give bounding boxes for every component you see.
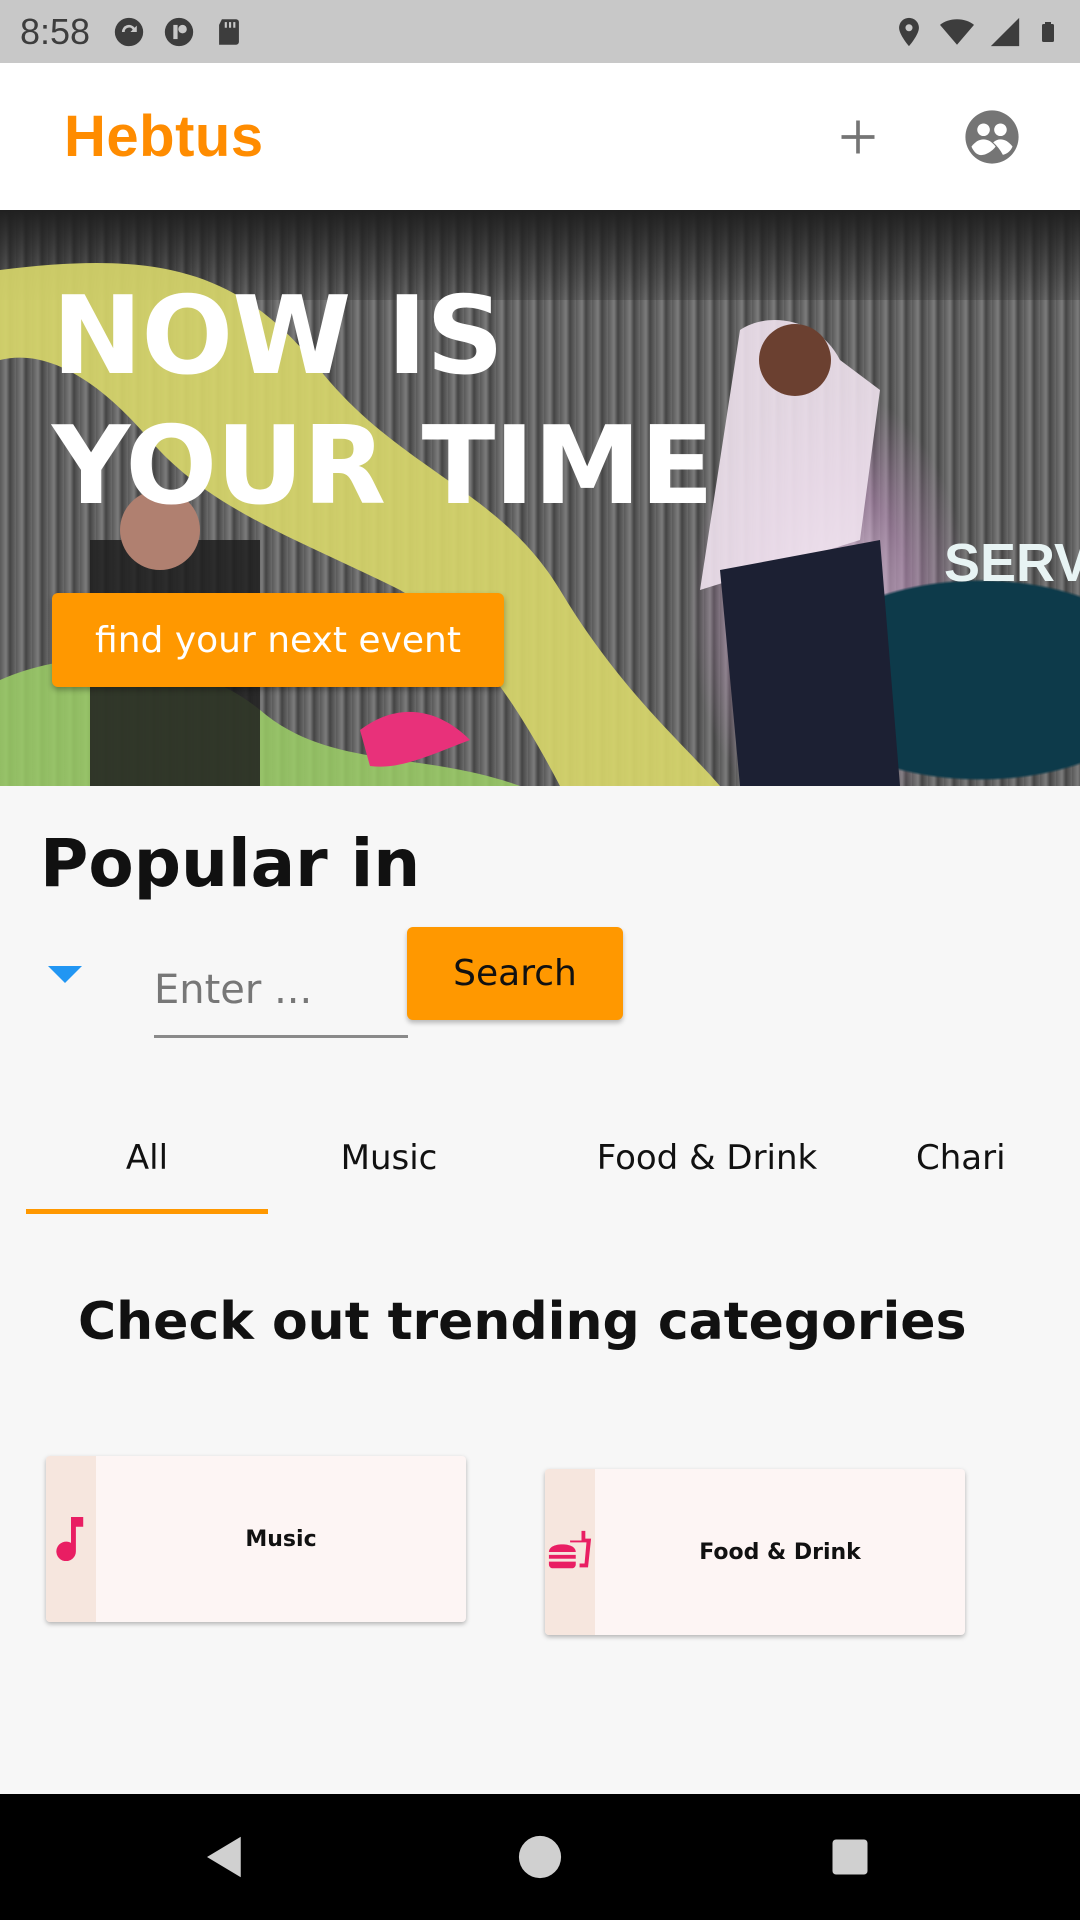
home-icon [518,1835,562,1879]
location-dropdown-arrow[interactable] [48,966,82,983]
sd-card-icon [219,18,239,45]
tab-selected-indicator [26,1209,268,1214]
app-bar: Hebtus [0,63,1080,210]
tab-music[interactable]: Music [268,1100,510,1215]
hero-headline: NOW IS YOUR TIME [52,272,714,532]
tab-food-drink[interactable]: Food & Drink [546,1100,868,1215]
recents-button[interactable] [815,1822,885,1892]
status-bar: 8:58 [0,0,1080,63]
find-next-event-button[interactable]: find your next event [52,593,504,687]
category-tabs: All Music Food & Drink Charity [26,1100,1006,1215]
wifi-icon [940,18,974,45]
recents-icon [832,1839,868,1875]
category-icon-strip [545,1469,595,1635]
hero-banner: NOW IS YOUR TIME SERV find your next eve… [0,210,1080,786]
music-note-icon [56,1517,84,1561]
back-button[interactable] [190,1822,260,1892]
status-time: 8:58 [20,10,91,52]
category-label: Music [245,1526,317,1552]
profile-button[interactable] [960,105,1024,169]
trending-title: Check out trending categories [78,1292,967,1352]
back-icon [207,1836,241,1878]
signal-icon [990,17,1020,46]
category-card-music[interactable]: Music [46,1456,466,1622]
category-icon-strip [46,1456,96,1622]
hero-headline-line1: NOW IS [52,274,504,399]
popular-title: Popular in [40,825,421,902]
location-icon [899,17,919,46]
search-button[interactable]: Search [407,927,623,1020]
home-button[interactable] [505,1822,575,1892]
add-icon [841,120,875,153]
system-nav-bar [0,1794,1080,1920]
app-bar-actions [826,105,1019,169]
status-system-icons [892,15,1060,49]
hero-background-sign: SERV [944,533,1080,593]
hero-headline-line2: YOUR TIME [52,404,714,529]
location-search-input[interactable] [154,930,408,1038]
battery-icon [1042,21,1054,42]
tab-charity[interactable]: Charity [916,1100,1006,1215]
category-label: Food & Drink [699,1539,861,1565]
status-notification-icons [112,15,246,49]
app-title[interactable]: Hebtus [64,103,264,170]
category-card-food-drink[interactable]: Food & Drink [545,1469,965,1635]
tab-all[interactable]: All [26,1100,268,1215]
sync-icon [114,17,144,46]
app-icon [164,17,194,46]
fastfood-icon [548,1530,592,1569]
add-event-button[interactable] [826,105,890,169]
account-circle-icon [965,109,1019,164]
